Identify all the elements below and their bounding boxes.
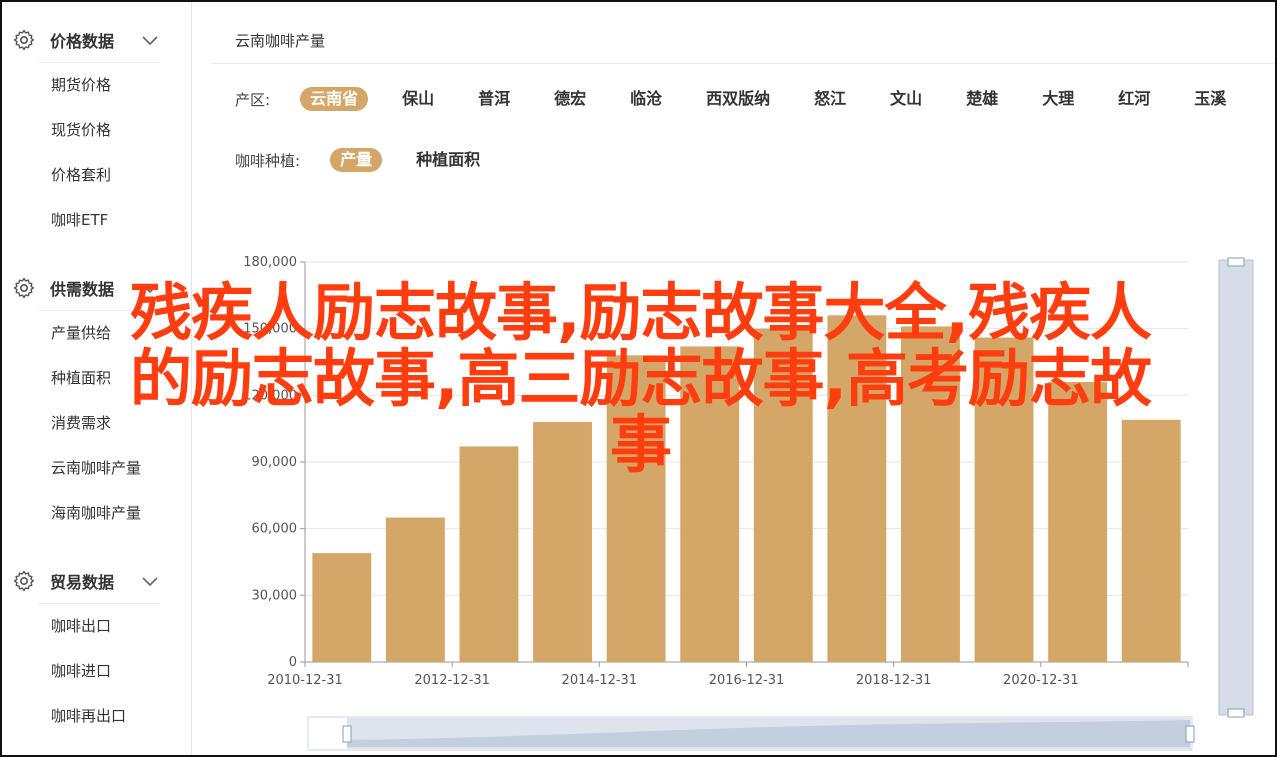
slider-handle xyxy=(1227,708,1245,718)
y-tick-label: 30,000 xyxy=(252,588,298,603)
y-tick-label: 180,000 xyxy=(243,255,297,270)
x-tick-label: 2020-12-31 xyxy=(1003,673,1079,688)
bar xyxy=(680,346,740,662)
slider-selected-range xyxy=(347,718,1191,749)
x-tick-label: 2016-12-31 xyxy=(709,673,785,688)
y-tick-label: 0 xyxy=(289,655,297,670)
app-window: 价格数据 期货价格 现货价格 价格套利 咖啡ETF 供需数据 产量供给 种植面积… xyxy=(0,0,1277,757)
y-tick-label: 60,000 xyxy=(252,522,298,537)
bar xyxy=(533,422,592,662)
bar xyxy=(312,553,372,662)
bar xyxy=(753,328,813,662)
bar xyxy=(974,337,1034,662)
y-tick-label: 120,000 xyxy=(243,388,297,403)
bar xyxy=(606,355,666,662)
x-tick-label: 2012-12-31 xyxy=(414,673,490,688)
y-tick-label: 150,000 xyxy=(243,322,297,337)
slider-handle xyxy=(342,725,352,743)
slider-handle xyxy=(1185,725,1195,743)
x-tick-label: 2010-12-31 xyxy=(267,673,343,688)
bar xyxy=(1048,382,1108,662)
bar xyxy=(1121,419,1181,662)
bar xyxy=(459,446,519,662)
production-bar-chart: 0 30,000 60,000 90,000 120,000 150,000 180,000… xyxy=(243,255,1254,751)
y-tick-label: 90,000 xyxy=(252,455,298,470)
bar xyxy=(901,326,960,662)
bar xyxy=(385,517,445,662)
x-tick-label: 2014-12-31 xyxy=(562,673,638,688)
vertical-zoom-slider xyxy=(1218,259,1254,716)
bar xyxy=(827,315,887,662)
x-tick-label: 2018-12-31 xyxy=(856,673,932,688)
slider-handle xyxy=(1227,257,1245,267)
